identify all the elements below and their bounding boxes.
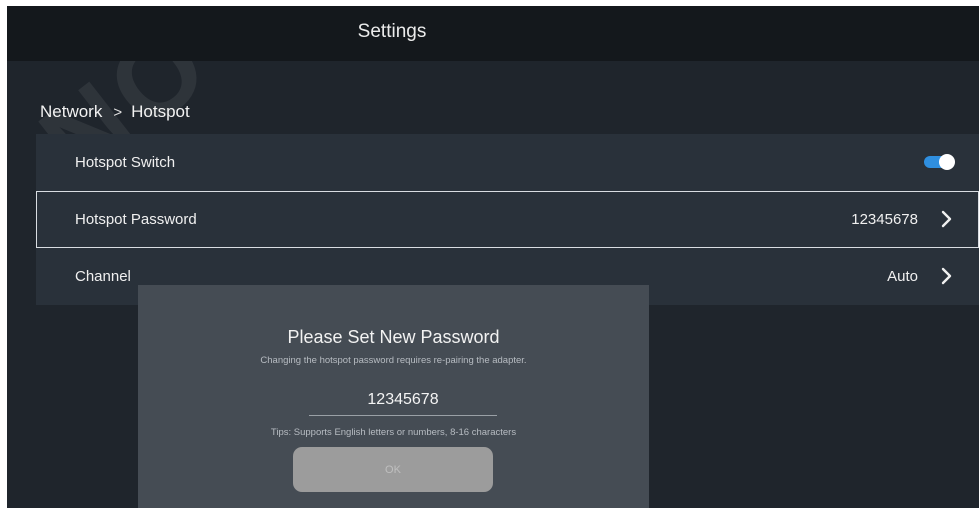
settings-list: Hotspot Switch Hotspot Password 12345678…	[36, 134, 979, 305]
dialog-subtitle: Changing the hotspot password requires r…	[260, 355, 527, 366]
breadcrumb-separator: >	[113, 104, 123, 121]
ok-button[interactable]: OK	[293, 447, 493, 492]
set-password-dialog: Please Set New Password Changing the hot…	[138, 285, 649, 508]
hotspot-switch-row[interactable]: Hotspot Switch	[36, 134, 979, 191]
chevron-right-icon	[941, 210, 952, 228]
row-label: Channel	[75, 268, 131, 285]
password-input[interactable]	[309, 385, 497, 416]
page-title: Settings	[357, 21, 427, 42]
breadcrumb-parent[interactable]: Network	[40, 102, 102, 121]
toggle-switch-icon[interactable]	[924, 154, 955, 170]
hotspot-password-row[interactable]: Hotspot Password 12345678	[36, 191, 979, 248]
settings-screen: NOVASTAR Settings Network>Hotspot Hotspo…	[7, 6, 979, 508]
chevron-right-icon	[941, 267, 952, 285]
row-value: 12345678	[851, 211, 918, 228]
row-label: Hotspot Password	[75, 211, 197, 228]
password-tips: Tips: Supports English letters or number…	[270, 427, 517, 438]
dialog-title: Please Set New Password	[287, 327, 500, 347]
row-value: Auto	[887, 268, 918, 285]
title-bar: Settings	[7, 6, 979, 61]
row-label: Hotspot Switch	[75, 154, 176, 171]
toggle-knob	[939, 154, 955, 170]
breadcrumb-current: Hotspot	[131, 102, 190, 121]
breadcrumb: Network > Hotspot	[40, 102, 190, 122]
